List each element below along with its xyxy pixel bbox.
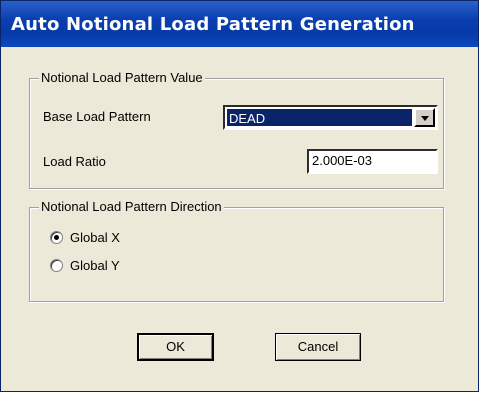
dropdown-button[interactable] xyxy=(414,108,435,127)
base-load-pattern-value: DEAD xyxy=(227,109,412,126)
load-ratio-label: Load Ratio xyxy=(43,154,106,169)
cancel-button[interactable]: Cancel xyxy=(275,333,361,361)
load-ratio-input[interactable]: 2.000E-03 xyxy=(307,149,438,174)
radio-button[interactable] xyxy=(50,231,63,244)
dialog-title: Auto Notional Load Pattern Generation xyxy=(11,14,415,35)
direction-group-legend: Notional Load Pattern Direction xyxy=(39,199,224,214)
direction-group: Notional Load Pattern Direction Global X… xyxy=(29,199,444,302)
dialog-window: Auto Notional Load Pattern Generation No… xyxy=(0,0,479,392)
value-group-legend: Notional Load Pattern Value xyxy=(39,70,205,85)
dialog-client: Notional Load Pattern Value Base Load Pa… xyxy=(11,57,464,391)
radio-selected-dot xyxy=(54,235,59,240)
chevron-down-icon xyxy=(420,115,429,121)
radio-button[interactable] xyxy=(50,259,63,272)
radio-global-y-label[interactable]: Global Y xyxy=(70,258,120,273)
base-load-pattern-label: Base Load Pattern xyxy=(43,109,151,124)
radio-global-x-label[interactable]: Global X xyxy=(70,230,120,245)
title-bar[interactable]: Auto Notional Load Pattern Generation xyxy=(1,1,478,47)
ok-button[interactable]: OK xyxy=(137,333,214,361)
value-group: Notional Load Pattern Value Base Load Pa… xyxy=(29,70,444,189)
base-load-pattern-dropdown[interactable]: DEAD xyxy=(223,105,438,130)
